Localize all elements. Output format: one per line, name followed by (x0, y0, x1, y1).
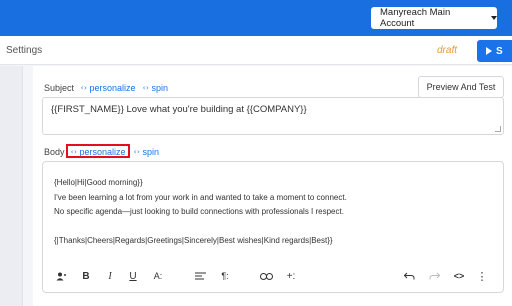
body-line: {|Thanks|Cheers|Regards|Greetings|Sincer… (54, 236, 333, 245)
underline-icon[interactable]: U (127, 268, 139, 284)
code-icon: ‹› (142, 84, 150, 92)
code-icon: ‹› (80, 84, 88, 92)
preview-and-test-button[interactable]: Preview And Test (418, 76, 504, 98)
subject-label: Subject (44, 83, 75, 93)
body-line: I've been learning a lot from your work … (54, 192, 347, 202)
account-label: Manyreach Main Account (380, 7, 451, 29)
personalize-label: personalize (89, 83, 136, 93)
code-icon: ‹› (133, 148, 141, 156)
subject-value: {{FIRST_NAME}} Love what you're building… (51, 104, 307, 115)
left-sidebar (0, 66, 23, 306)
link-icon[interactable] (258, 268, 274, 284)
code-view-icon[interactable]: <> (451, 268, 467, 284)
start-label: S (496, 45, 503, 57)
sub-header: Settings draft S (0, 36, 512, 65)
body-label: Body (44, 147, 65, 157)
body-line: No specific agenda—just looking to build… (54, 207, 344, 216)
bold-icon[interactable]: B (80, 268, 92, 284)
top-nav-bar: Manyreach Main Account (0, 0, 512, 36)
status-draft: draft (437, 45, 458, 56)
body-line (54, 220, 347, 235)
insert-icon[interactable]: +: (283, 268, 299, 284)
spin-label: spin (142, 147, 159, 157)
body-editor[interactable]: {Hello|Hi|Good morning}} I've been learn… (42, 161, 504, 293)
user-icon[interactable] (54, 268, 68, 284)
body-spin-link[interactable]: ‹› spin (133, 147, 159, 157)
editor-toolbar: B I U A: ¶: +: <> ⋮ (43, 266, 503, 288)
start-button[interactable]: S (477, 40, 512, 62)
align-icon[interactable] (193, 268, 207, 284)
resize-handle-icon[interactable] (495, 126, 501, 132)
paragraph-icon[interactable]: ¶: (217, 268, 233, 284)
font-size-icon[interactable]: A: (150, 268, 166, 284)
redo-icon[interactable] (427, 268, 441, 284)
subject-spin-link[interactable]: ‹› spin (142, 83, 168, 93)
body-line: {Hello|Hi|Good morning}} (54, 178, 143, 187)
more-icon[interactable]: ⋮ (477, 268, 488, 284)
account-dropdown[interactable]: Manyreach Main Account (371, 7, 497, 29)
page-title: Settings (6, 45, 43, 56)
subject-personalize-link[interactable]: ‹› personalize (80, 83, 135, 93)
subject-input[interactable]: {{FIRST_NAME}} Love what you're building… (42, 97, 504, 135)
italic-icon[interactable]: I (104, 268, 116, 284)
body-content[interactable]: {Hello|Hi|Good morning}} I've been learn… (54, 176, 347, 249)
undo-icon[interactable] (402, 268, 416, 284)
play-icon (486, 47, 492, 55)
highlight-box (66, 144, 130, 158)
spin-label: spin (151, 83, 168, 93)
caret-down-icon (491, 16, 497, 20)
